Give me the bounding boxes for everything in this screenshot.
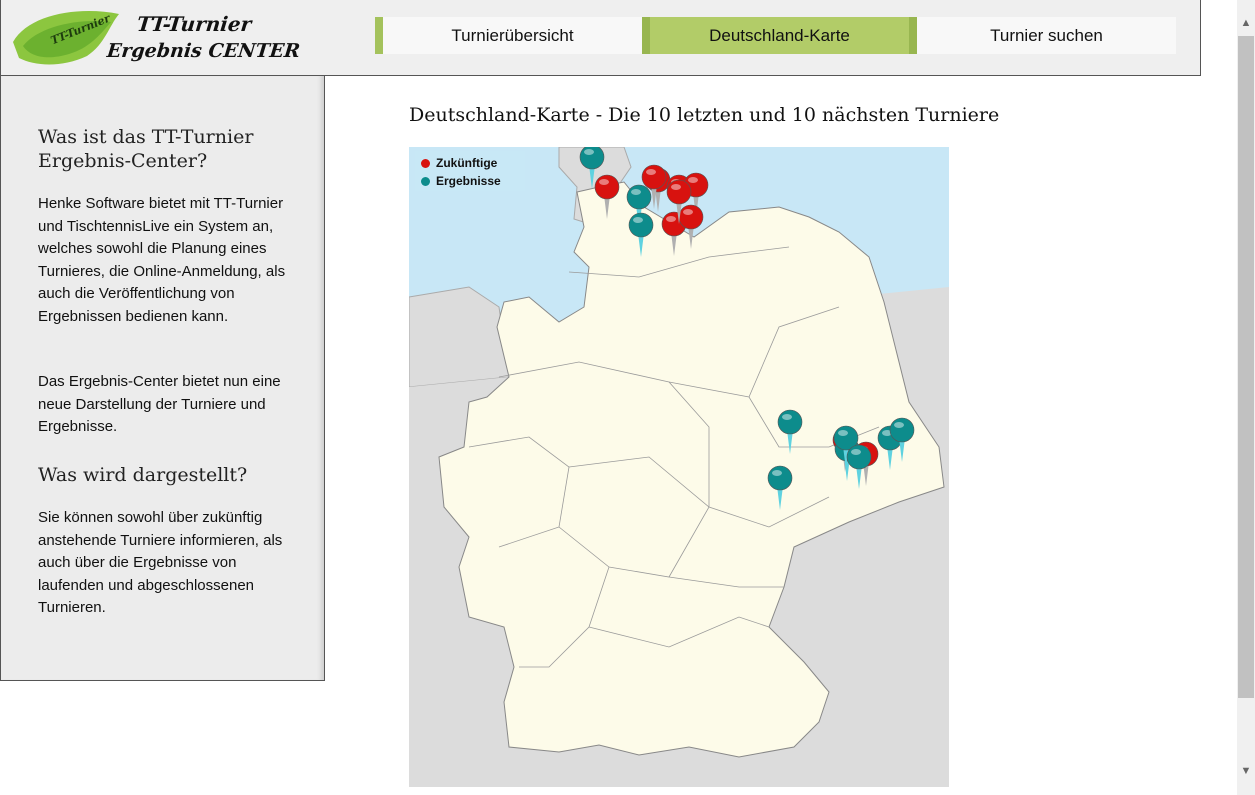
sidebar-text-new: Das Ergebnis-Center bietet nun eine neue…	[38, 373, 281, 435]
map-canvas[interactable]	[409, 147, 949, 787]
nav-turnieruebersicht[interactable]: Turnierübersicht	[375, 17, 642, 54]
legend-future-label: Zukünftige	[436, 156, 498, 170]
sidebar-heading-shown: Was wird dargestellt?	[38, 464, 248, 486]
page-title: Deutschland-Karte - Die 10 letzten und 1…	[409, 104, 1000, 126]
legend-results: Ergebnisse	[421, 174, 501, 188]
header: TT-Turnier TT-Turnier Ergebnis CENTER Tu…	[0, 0, 1201, 76]
teal-pin-icon	[421, 177, 430, 187]
legend-future: Zukünftige	[421, 156, 497, 170]
germany-map[interactable]: Zukünftige Ergebnisse	[409, 147, 949, 787]
logo-subtitle: Ergebnis CENTER	[105, 40, 302, 62]
sidebar-text-shown: Sie können sowohl über zukünftig anstehe…	[38, 509, 283, 616]
red-pin-icon	[421, 159, 430, 169]
sidebar: Was ist das TT-Turnier Ergebnis-Center? …	[0, 76, 325, 681]
nav-turnier-suchen[interactable]: Turnier suchen	[917, 17, 1176, 54]
sidebar-text-about: Henke Software bietet mit TT-Turnier und…	[38, 195, 286, 325]
page-scrollbar[interactable]: ▲ ▼	[1237, 0, 1255, 795]
nav-deutschland-karte[interactable]: Deutschland-Karte	[642, 17, 917, 54]
sidebar-heading-about: Was ist das TT-Turnier Ergebnis-Center?	[38, 126, 254, 172]
logo-title: TT-Turnier	[135, 12, 253, 36]
scroll-thumb[interactable]	[1238, 36, 1254, 698]
logo[interactable]: TT-Turnier TT-Turnier Ergebnis CENTER	[9, 6, 301, 70]
legend-results-label: Ergebnisse	[436, 174, 501, 188]
scroll-down-arrow-icon[interactable]: ▼	[1237, 762, 1255, 780]
main-navigation: Turnierübersicht Deutschland-Karte Turni…	[375, 17, 1176, 54]
scroll-up-arrow-icon[interactable]: ▲	[1237, 14, 1255, 32]
